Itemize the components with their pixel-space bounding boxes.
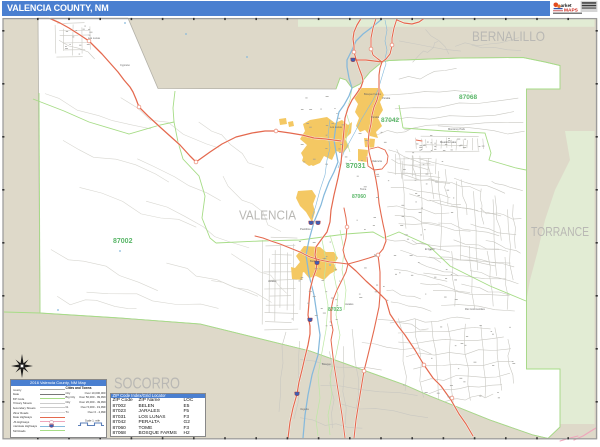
svg-text:Belen: Belen [310,259,317,263]
svg-text:BERNALILLO: BERNALILLO [472,28,545,44]
svg-text:87068: 87068 [459,94,477,101]
svg-text:Cyprano: Cyprano [120,63,130,67]
svg-text:Rio Communities: Rio Communities [465,307,485,311]
svg-text:Pueblitos: Pueblitos [300,227,311,231]
svg-text:Tome: Tome [360,187,367,191]
svg-text:Veguita: Veguita [300,407,309,411]
svg-text:El Cerro: El Cerro [425,247,435,251]
svg-text:87042: 87042 [381,117,399,124]
svg-text:Los Lunas: Los Lunas [330,125,343,129]
svg-text:87031: 87031 [346,163,366,170]
svg-text:SOCORRO: SOCORRO [114,376,180,393]
svg-text:Bosque Farms: Bosque Farms [364,92,382,96]
svg-text:Jarales: Jarales [345,302,354,306]
svg-text:87002: 87002 [113,238,133,245]
svg-text:87060: 87060 [352,194,366,200]
svg-text:Peralta: Peralta [382,96,391,100]
svg-text:Valencia: Valencia [372,159,382,163]
svg-text:87023: 87023 [328,307,342,313]
svg-text:Bosque: Bosque [322,362,331,366]
svg-text:MAPS: MAPS [564,7,579,13]
svg-text:Los Lunas: Los Lunas [88,36,101,40]
svg-text:Monterey Park: Monterey Park [448,127,466,131]
svg-text:Jarales: Jarales [268,279,277,283]
svg-text:VALENCIA: VALENCIA [239,209,297,223]
svg-text:Scale 1: mile: Scale 1: mile [85,419,100,423]
svg-text:Meadow Lake: Meadow Lake [440,140,457,144]
svg-text:TORRANCE: TORRANCE [531,225,589,239]
svg-text:Peralta: Peralta [371,115,380,119]
